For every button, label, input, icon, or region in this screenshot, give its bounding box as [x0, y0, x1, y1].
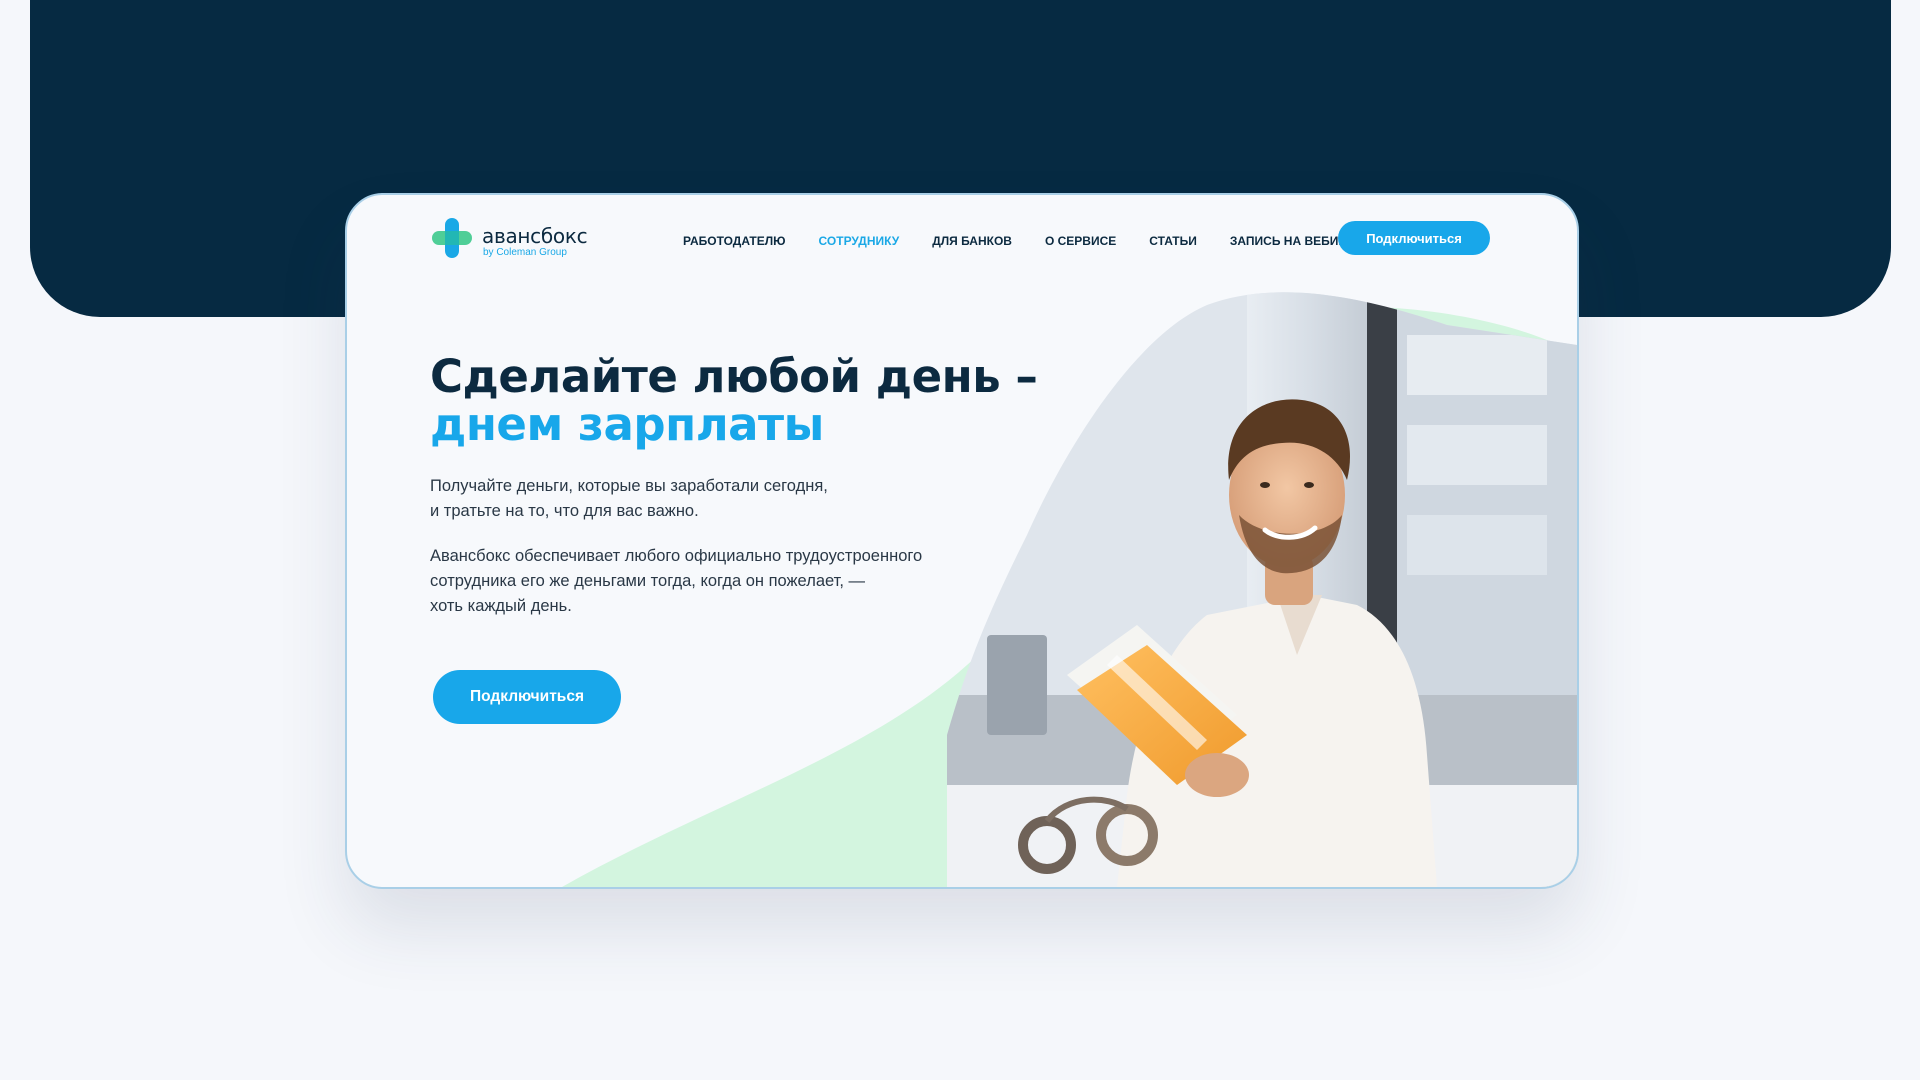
logo-byline: by Coleman Group — [483, 247, 567, 258]
header-connect-button[interactable]: Подключиться — [1338, 221, 1490, 255]
hero-title: Сделайте любой день – днем зарплаты — [430, 350, 1038, 451]
hero-connect-button[interactable]: Подключиться — [433, 670, 621, 724]
logo-cross-icon — [432, 218, 472, 258]
hero-paragraph-2: Авансбокс обеспечивает любого официально… — [430, 547, 923, 615]
hero-visual — [562, 292, 1577, 887]
logo[interactable]: авансбокс by Coleman Group — [430, 216, 590, 261]
nav-item-articles[interactable]: СТАТЬИ — [1149, 234, 1197, 248]
landing-page-card: авансбокс by Coleman Group РАБОТОДАТЕЛЮ … — [345, 193, 1579, 889]
hero-paragraph-1: Получайте деньги, которые вы заработали … — [430, 477, 828, 520]
main-nav: РАБОТОДАТЕЛЮ СОТРУДНИКУ ДЛЯ БАНКОВ О СЕР… — [683, 231, 1397, 251]
hero-title-line1: Сделайте любой день – — [430, 350, 1038, 403]
nav-item-banks[interactable]: ДЛЯ БАНКОВ — [932, 234, 1012, 248]
nav-item-about[interactable]: О СЕРВИСЕ — [1045, 234, 1116, 248]
nav-item-employee[interactable]: СОТРУДНИКУ — [819, 234, 900, 248]
nav-item-employer[interactable]: РАБОТОДАТЕЛЮ — [683, 234, 786, 248]
logo-wordmark: авансбокс — [482, 224, 588, 248]
hero-title-accent: днем зарплаты — [430, 398, 824, 451]
